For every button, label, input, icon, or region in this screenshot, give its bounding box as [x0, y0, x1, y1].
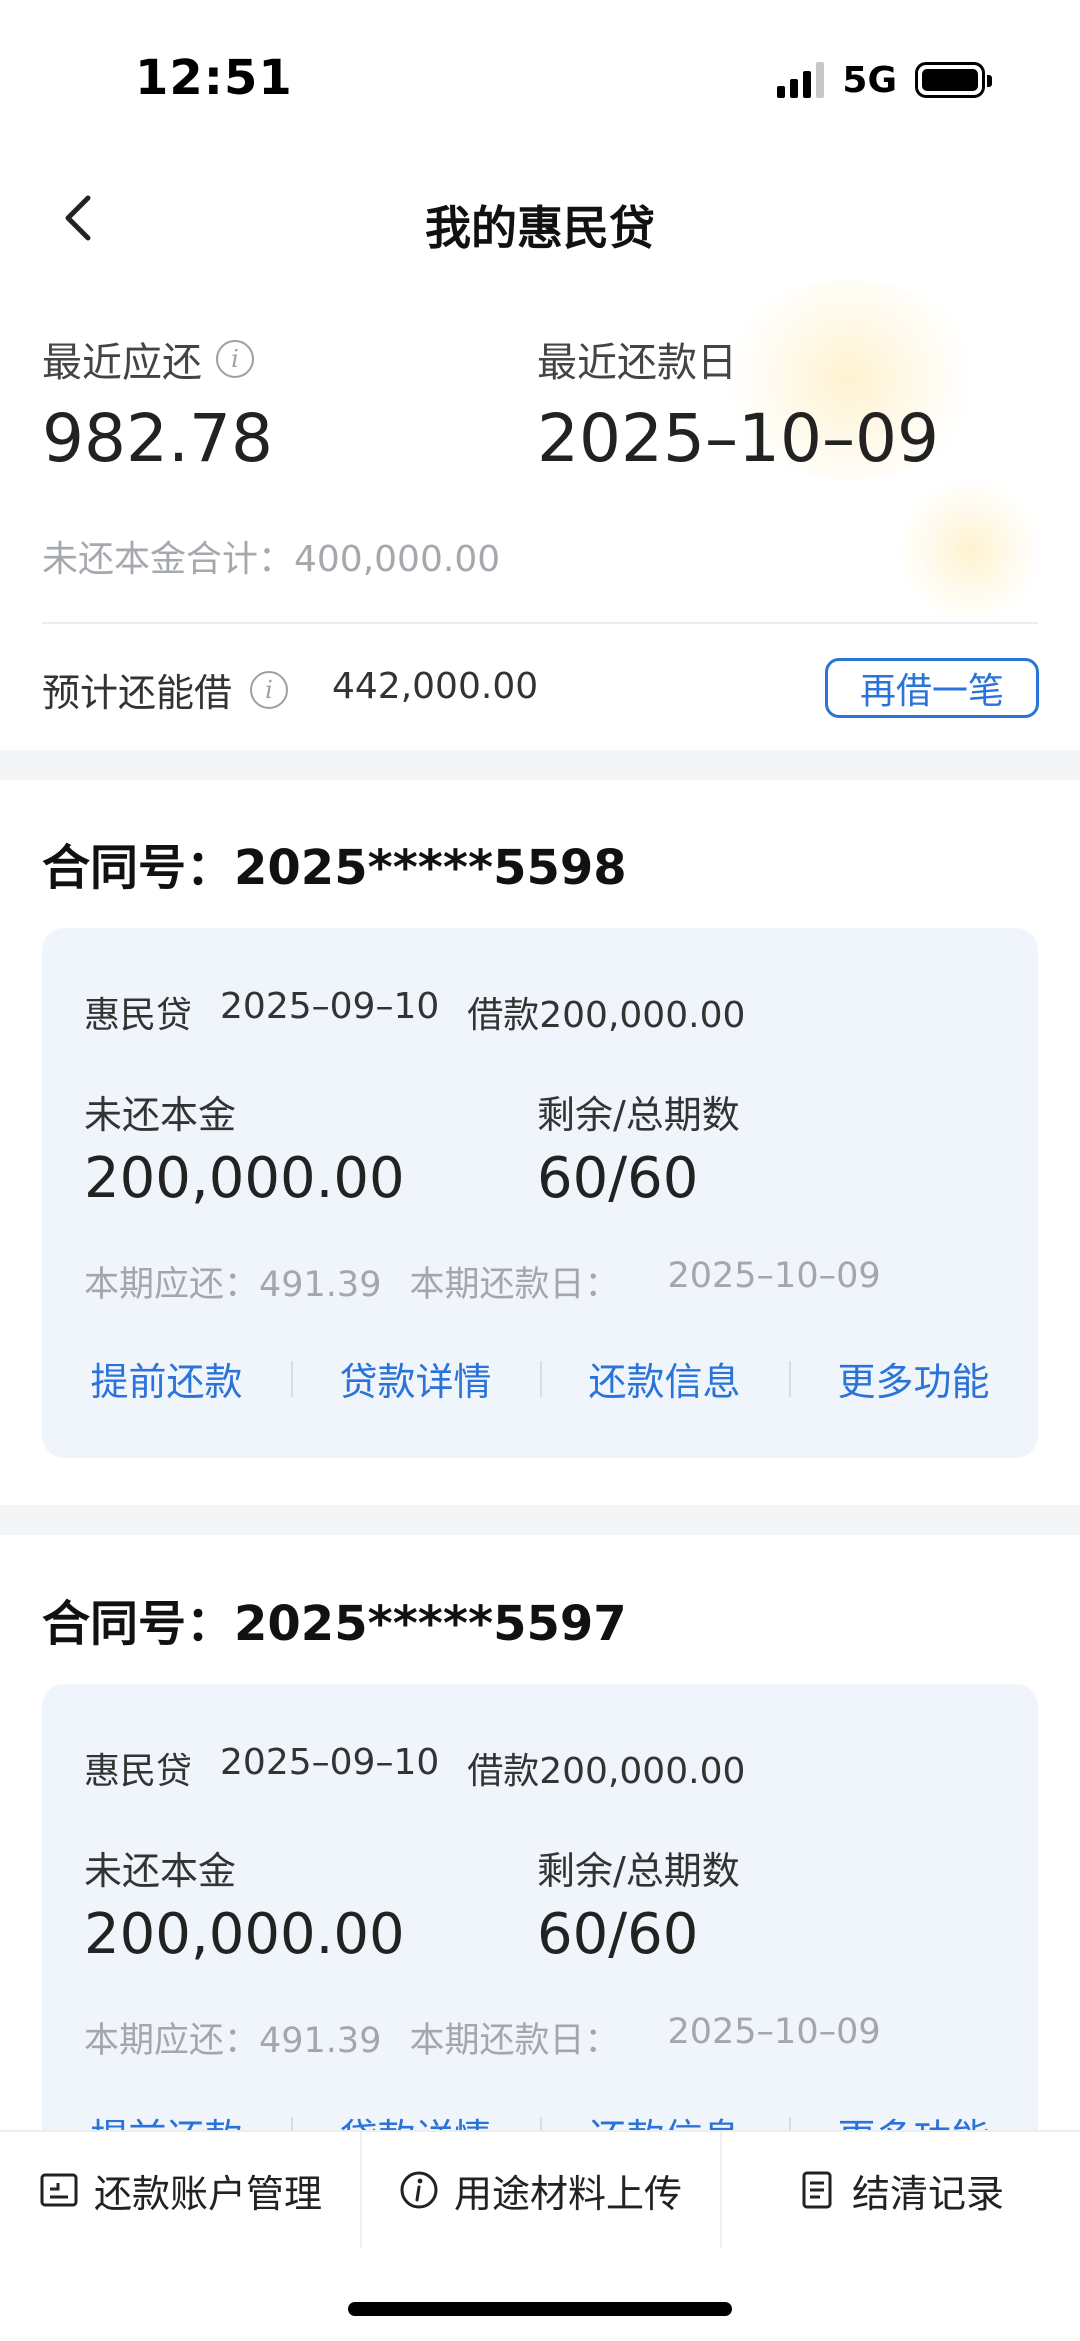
decorative-glow	[900, 480, 1040, 620]
status-time: 12:51	[135, 50, 293, 106]
tab-material-upload[interactable]: 用途材料上传	[360, 2132, 720, 2248]
contract-number: 合同号：2025*****5598	[42, 840, 627, 896]
contract-number: 合同号：2025*****5597	[42, 1596, 627, 1652]
loan-actions: 提前还款 贷款详情 还款信息 更多功能	[42, 1348, 1038, 1408]
principal-total: 未还本金合计：400,000.00	[42, 539, 501, 580]
product-name: 惠民贷	[84, 1751, 193, 1792]
tab-repayment-account[interactable]: 还款账户管理	[0, 2132, 360, 2248]
borrow-label: 预计还能借	[42, 671, 233, 715]
signal-icon	[777, 62, 825, 98]
tab-label: 还款账户管理	[93, 2171, 322, 2216]
home-indicator[interactable]	[348, 2302, 732, 2316]
borrow-again-button[interactable]: 再借一笔	[825, 658, 1039, 718]
due-label: 最近应还	[42, 340, 202, 386]
current-due-date-label: 本期还款日：	[409, 1265, 620, 1305]
section-gap	[0, 750, 1080, 780]
periods-label: 剩余/总期数	[537, 1849, 740, 1893]
due-amount: 982.78	[42, 400, 273, 477]
due-label-row: 最近应还 i	[42, 330, 254, 388]
account-icon	[40, 2173, 78, 2207]
loan-actions: 提前还款 贷款详情 还款信息 更多功能	[42, 2104, 1038, 2130]
periods-value: 60/60	[537, 1146, 699, 1211]
loan-date: 2025–09–10	[220, 986, 440, 1027]
info-icon	[400, 2171, 438, 2209]
current-due-row: 本期应还：491.39 本期还款日： 2025–10–09	[84, 1256, 881, 1307]
more-functions-button[interactable]: 更多功能	[789, 2107, 1038, 2130]
current-due-date: 2025–10–09	[667, 2012, 881, 2052]
tab-settlement-records[interactable]: 结清记录	[720, 2132, 1080, 2248]
loan-amount: 借款200,000.00	[467, 1751, 746, 1792]
nav-bar: 我的惠民贷	[0, 170, 1080, 270]
loan-card-header: 惠民贷 2025–09–10 借款200,000.00	[84, 986, 745, 1038]
bottom-bar: 还款账户管理 用途材料上传 结清记录	[0, 2130, 1080, 2341]
info-icon[interactable]: i	[216, 340, 254, 378]
prepay-button[interactable]: 提前还款	[42, 1351, 291, 1406]
loan-card-header: 惠民贷 2025–09–10 借款200,000.00	[84, 1742, 745, 1794]
bottom-tabs: 还款账户管理 用途材料上传 结清记录	[0, 2132, 1080, 2248]
tab-label: 用途材料上传	[453, 2171, 682, 2216]
page-title: 我的惠民贷	[425, 201, 655, 255]
current-due-row: 本期应还：491.39 本期还款日： 2025–10–09	[84, 2012, 881, 2063]
battery-icon	[915, 62, 992, 98]
repayment-info-button[interactable]: 还款信息	[540, 1351, 789, 1406]
section-gap	[0, 1505, 1080, 1535]
principal-value: 200,000.00	[84, 1146, 405, 1211]
loan-card: 惠民贷 2025–09–10 借款200,000.00 未还本金 200,000…	[42, 928, 1038, 1458]
principal-value: 200,000.00	[84, 1902, 405, 1967]
periods-label: 剩余/总期数	[537, 1093, 740, 1137]
loan-details-button[interactable]: 贷款详情	[291, 2107, 540, 2130]
divider	[42, 622, 1038, 624]
contract-section: 合同号：2025*****5597 惠民贷 2025–09–10 借款200,0…	[0, 1584, 1080, 2130]
current-due-amount: 本期应还：491.39	[84, 2021, 382, 2061]
document-icon	[802, 2171, 832, 2209]
more-functions-button[interactable]: 更多功能	[789, 1351, 1038, 1406]
status-bar: 12:51 5G	[0, 0, 1080, 150]
product-name: 惠民贷	[84, 995, 193, 1036]
current-due-date-label: 本期还款日：	[409, 2021, 620, 2061]
network-label: 5G	[842, 59, 897, 101]
periods-value: 60/60	[537, 1902, 699, 1967]
borrow-amount: 442,000.00	[332, 666, 539, 707]
principal-label: 未还本金	[84, 1849, 237, 1893]
borrow-label-row: 预计还能借 i	[42, 662, 289, 717]
loan-card: 惠民贷 2025–09–10 借款200,000.00 未还本金 200,000…	[42, 1684, 1038, 2130]
due-date-label-text: 最近还款日	[537, 340, 737, 386]
status-indicators: 5G	[777, 58, 992, 102]
contract-section: 合同号：2025*****5598 惠民贷 2025–09–10 借款200,0…	[0, 828, 1080, 1508]
prepay-button[interactable]: 提前还款	[42, 2107, 291, 2131]
loan-details-button[interactable]: 贷款详情	[291, 1351, 540, 1406]
repayment-info-button[interactable]: 还款信息	[540, 2107, 789, 2130]
current-due-date: 2025–10–09	[667, 1256, 881, 1296]
summary-section: 最近应还 i 982.78 最近还款日 2025–10–09 未还本金合计：40…	[0, 280, 1080, 750]
loan-date: 2025–09–10	[220, 1742, 440, 1783]
due-date-value: 2025–10–09	[537, 400, 939, 477]
due-date-label: 最近还款日	[537, 330, 737, 388]
loan-amount: 借款200,000.00	[467, 995, 746, 1036]
info-icon[interactable]: i	[250, 670, 289, 709]
tab-label: 结清记录	[851, 2171, 1004, 2216]
current-due-amount: 本期应还：491.39	[84, 1265, 382, 1305]
principal-label: 未还本金	[84, 1093, 237, 1137]
